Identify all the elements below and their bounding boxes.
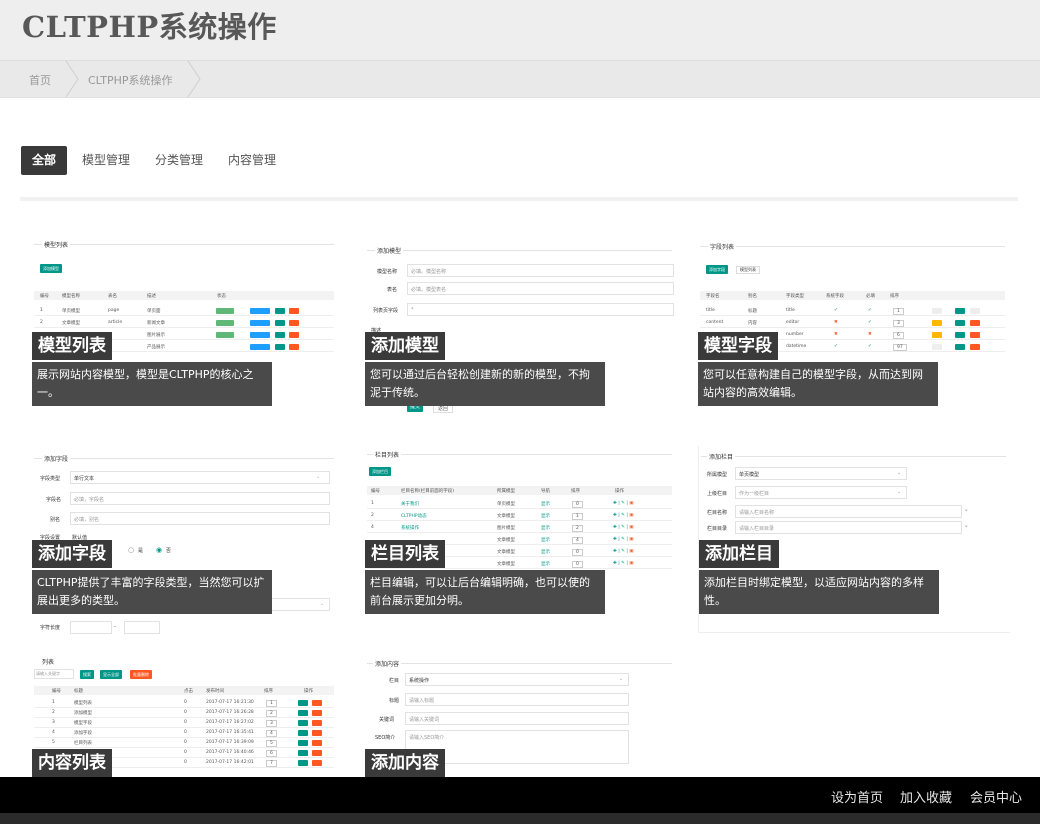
gallery-card-add-model[interactable]: 添加模型 模型名称 必填。模型名称 表名 必填。模型表名 列表页字段 * 描述 … (365, 236, 676, 416)
card-title: 添加内容 (365, 749, 445, 777)
footer-link-set-homepage[interactable]: 设为首页 (831, 787, 883, 806)
gallery-card-model-fields[interactable]: 字段列表 添加字段 模型列表 字段名 别名 字段类型 系统字段 必填 排序 ti… (698, 236, 1009, 406)
card-title: 模型字段 (698, 332, 778, 360)
mock-legend: 列表 (40, 657, 57, 666)
breadcrumb-separator-icon (64, 61, 80, 97)
gallery-card-add-content[interactable]: 添加内容 栏目 系统操作 ⌄ 标题 请输入标题 关键词 请输入关键词 SEO简介… (365, 655, 676, 777)
table-row: 1 单页模型 page 单页面 (34, 306, 334, 316)
tab-all[interactable]: 全部 (21, 146, 68, 175)
card-description: 栏目编辑，可以让后台编辑明确，也可以使的前台展示更加分明。 (365, 570, 605, 614)
footer-link-member-center[interactable]: 会员中心 (970, 787, 1022, 806)
footer-link-add-favorite[interactable]: 加入收藏 (900, 787, 952, 806)
table-row: 1 模型列表 0 2017-07-17 16:21:30 1 (34, 698, 334, 708)
card-title: 添加栏目 (699, 540, 779, 568)
mock-legend: 添加内容 (373, 659, 402, 668)
mock-legend: 添加字段 (42, 454, 71, 463)
mock-legend: 添加模型 (375, 246, 404, 255)
card-description: CLTPHP提供了丰富的字段类型，当然您可以扩展出更多的类型。 (32, 570, 272, 614)
gallery-card-add-category[interactable]: 添加栏目 所属模型 单页模型 ⌄ 上级栏目 作为一级栏目 ⌄ 栏目名称 请输入栏… (698, 446, 1010, 633)
mock-legend: 字段列表 (708, 242, 737, 251)
gallery-card-content-list[interactable]: 列表 请输入关键字 搜索 显示全部 批量删除 编号 标题 点击 发布时间 排序 … (32, 655, 343, 777)
card-title: 模型列表 (32, 332, 112, 360)
table-row: 1 关于我们 单页模型 显示 0 ✚ | ✎ | ▣ (367, 499, 672, 509)
table-row: 4 系统操作 图片模型 显示 2 ✚ | ✎ | ▣ (367, 523, 672, 533)
card-description: 展示网站内容模型，模型是CLTPHP的核心之一。 (32, 362, 272, 406)
mock-add-category-button: 添加栏目 (369, 467, 391, 476)
tab-model-management[interactable]: 模型管理 (82, 146, 130, 175)
table-row: 2 添加模型 0 2017-07-17 16:26:28 2 (34, 708, 334, 718)
tab-category-management[interactable]: 分类管理 (155, 146, 203, 175)
mock-legend: 添加栏目 (707, 452, 736, 461)
breadcrumb: 首页 CLTPHP系统操作 (0, 60, 1040, 98)
card-title: 添加模型 (365, 332, 445, 360)
site-header: CLTPHP系统操作 (0, 0, 1040, 60)
card-title: 内容列表 (32, 749, 112, 777)
card-description: 您可以通过后台轻松创建新的新的模型，不拘泥于传统。 (365, 362, 605, 406)
mock-add-button: 添加模型 (40, 264, 62, 273)
card-title: 栏目列表 (365, 540, 445, 568)
table-row: title 标题 title ✔ ✔ 1 (700, 306, 1005, 316)
mock-legend: 模型列表 (42, 240, 71, 249)
card-title: 添加字段 (32, 540, 112, 568)
footer-bar: 设为首页 加入收藏 会员中心 (0, 777, 1040, 813)
gallery-card-model-list[interactable]: 模型列表 添加模型 编号 模型名称 表名 描述 状态 1 单页模型 page 单… (32, 236, 343, 406)
mock-add-field-button: 添加字段 (706, 265, 728, 274)
gallery-card-add-field[interactable]: 添加字段 字段类型 单行文本 ⌄ 字段名 必填，字段名 别名 必填，别名 字段设… (32, 446, 343, 636)
footer-bottom-strip (0, 813, 1040, 824)
table-row: content 内容 editor ✖ ✔ 3 (700, 318, 1005, 328)
table-row: 4 添加字段 0 2017-07-17 16:35:41 4 (34, 728, 334, 738)
divider (20, 197, 1018, 201)
breadcrumb-separator-icon (186, 61, 202, 97)
table-row: 2 文章模型 article 新闻文章 (34, 318, 334, 328)
site-title: CLTPHP系统操作 (22, 10, 277, 44)
card-description: 您可以任意构建自己的模型字段，从而达到网站内容的高效编辑。 (698, 362, 938, 406)
card-description: 添加栏目时绑定模型，以适应网站内容的多样性。 (699, 570, 939, 614)
table-row: 2 CLTPHP动态 文章模型 显示 1 ✚ | ✎ | ▣ (367, 511, 672, 521)
mock-legend: 栏目列表 (373, 450, 402, 459)
breadcrumb-current[interactable]: CLTPHP系统操作 (88, 72, 173, 88)
breadcrumb-home[interactable]: 首页 (29, 72, 51, 88)
table-row: 5 栏目列表 0 2017-07-17 16:39:09 5 (34, 738, 334, 748)
table-row: 3 模型字段 0 2017-07-17 16:27:02 3 (34, 718, 334, 728)
gallery-card-category-list[interactable]: 栏目列表 添加栏目 编号 栏目名称(栏目前面的字段) 所属模型 导航 排序 操作… (365, 446, 676, 616)
tab-content-management[interactable]: 内容管理 (228, 146, 276, 175)
